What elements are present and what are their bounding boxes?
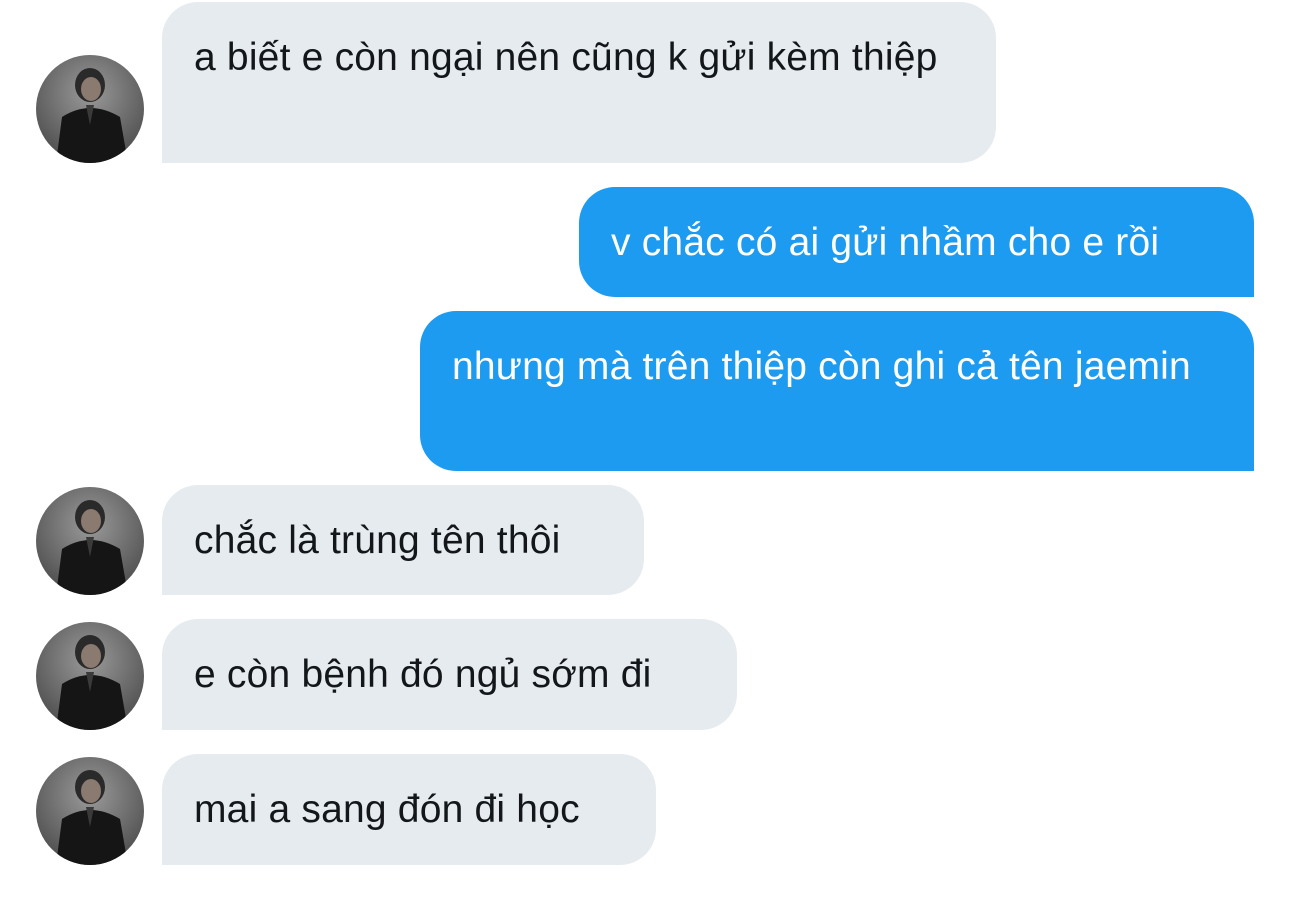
- message-text: chắc là trùng tên thôi: [194, 519, 561, 562]
- incoming-message-bubble[interactable]: a biết e còn ngại nên cũng k gửi kèm thi…: [162, 2, 996, 163]
- incoming-message-bubble[interactable]: e còn bệnh đó ngủ sớm đi: [162, 619, 737, 730]
- message-text: e còn bệnh đó ngủ sớm đi: [194, 653, 652, 696]
- incoming-message-bubble[interactable]: chắc là trùng tên thôi: [162, 485, 644, 595]
- contact-avatar-icon[interactable]: [36, 487, 144, 595]
- outgoing-message-bubble[interactable]: v chắc có ai gửi nhầm cho e rồi: [579, 187, 1254, 297]
- contact-avatar-icon[interactable]: [36, 55, 144, 163]
- contact-avatar-icon[interactable]: [36, 622, 144, 730]
- message-text: mai a sang đón đi học: [194, 788, 580, 831]
- incoming-message-bubble[interactable]: mai a sang đón đi học: [162, 754, 656, 865]
- message-text: nhưng mà trên thiệp còn ghi cả tên jaemi…: [452, 345, 1191, 388]
- message-text: v chắc có ai gửi nhầm cho e rồi: [611, 221, 1160, 264]
- outgoing-message-bubble[interactable]: nhưng mà trên thiệp còn ghi cả tên jaemi…: [420, 311, 1254, 471]
- message-text: a biết e còn ngại nên cũng k gửi kèm thi…: [194, 36, 938, 79]
- contact-avatar-icon[interactable]: [36, 757, 144, 865]
